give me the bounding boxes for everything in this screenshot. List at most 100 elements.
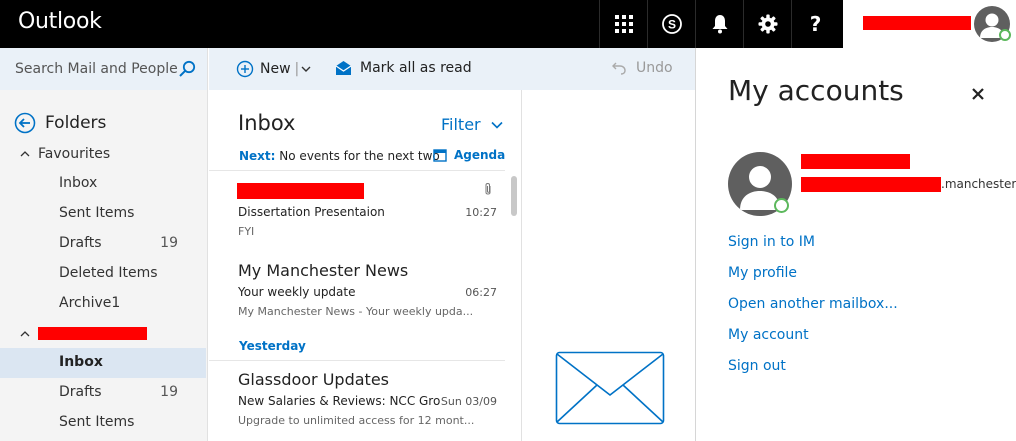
svg-text:S: S (667, 18, 675, 32)
paperclip-icon (485, 183, 491, 195)
command-bar: New | Mark all as read Undo (209, 48, 695, 90)
plus-circle-icon (236, 60, 254, 78)
message-subject: New Salaries & Reviews: NCC Gro (238, 394, 441, 408)
message-preview: Upgrade to unlimited access for 12 mont.… (238, 414, 475, 427)
message-time: Sun 03/09 (440, 395, 497, 408)
account-drafts[interactable]: Drafts 19 (0, 378, 206, 408)
back-arrow-icon[interactable] (14, 112, 36, 134)
folder-label: Sent Items (59, 414, 135, 430)
app-launcher-button[interactable] (599, 0, 647, 48)
panel-title: My accounts (728, 74, 904, 107)
favourite-drafts[interactable]: Drafts 19 (0, 229, 206, 259)
my-account-link[interactable]: My account (728, 327, 809, 343)
envelope-icon (555, 351, 665, 425)
folder-label: Inbox (59, 175, 98, 191)
message-list: Inbox Filter Next: No events for the nex… (209, 90, 522, 441)
sign-in-im-link[interactable]: Sign in to IM (728, 234, 815, 250)
bell-icon (712, 15, 727, 34)
calendar-icon (433, 149, 447, 162)
folder-label: Drafts (59, 384, 102, 400)
message-item[interactable]: My Manchester News Your weekly update 06… (209, 250, 505, 332)
app-title[interactable]: Outlook (18, 9, 102, 34)
next-label: Next: (239, 149, 276, 163)
folder-label: Inbox (59, 354, 103, 370)
next-events: Next: No events for the next two (239, 149, 440, 163)
folder-label: Drafts (59, 235, 102, 251)
chevron-up-icon[interactable] (20, 330, 30, 338)
new-label: New (260, 61, 291, 77)
new-separator: | (294, 61, 300, 77)
new-button[interactable]: New | (236, 60, 311, 78)
mark-all-read-label: Mark all as read (360, 60, 472, 76)
favourite-sent-items[interactable]: Sent Items (0, 199, 206, 229)
sign-out-link[interactable]: Sign out (728, 358, 786, 374)
help-icon: ? (809, 12, 822, 36)
settings-button[interactable] (743, 0, 791, 48)
undo-button[interactable]: Undo (612, 60, 673, 76)
notifications-button[interactable] (695, 0, 743, 48)
my-profile-link[interactable]: My profile (728, 265, 797, 281)
unread-count: 19 (160, 384, 178, 400)
redacted-display-name (801, 154, 910, 169)
message-preview: My Manchester News - Your weekly upda... (238, 305, 474, 318)
chevron-down-icon[interactable] (301, 65, 311, 73)
redacted-sender (237, 183, 364, 199)
search-box[interactable]: Search Mail and People (0, 48, 208, 90)
folders-title: Folders (45, 113, 107, 133)
redacted-account-name (38, 327, 147, 340)
message-subject: Dissertation Presentaion (238, 205, 385, 219)
account-email: .manchester.... (941, 177, 1016, 191)
unread-count: 19 (160, 235, 178, 251)
list-title: Inbox (238, 111, 296, 135)
folder-label: Archive1 (59, 295, 121, 311)
search-input[interactable]: Search Mail and People (15, 61, 178, 77)
message-preview: FYI (238, 225, 255, 238)
mark-all-read-button[interactable]: Mark all as read (335, 60, 472, 76)
agenda-button[interactable]: Agenda (433, 148, 505, 162)
presence-indicator (999, 29, 1011, 41)
help-button[interactable]: ? (791, 0, 839, 48)
message-time: 10:27 (465, 206, 497, 219)
folder-label: Sent Items (59, 205, 135, 221)
filter-label: Filter (441, 115, 481, 134)
account-folders-header[interactable] (20, 327, 147, 340)
skype-icon: S (661, 14, 682, 34)
message-time: 06:27 (465, 286, 497, 299)
folder-label: Deleted Items (59, 265, 158, 281)
next-events-text: No events for the next two (279, 149, 440, 163)
folders-header[interactable]: Folders (14, 112, 106, 134)
favourite-archive1[interactable]: Archive1 (0, 289, 206, 319)
favourite-deleted-items[interactable]: Deleted Items (0, 259, 206, 289)
message-item[interactable]: Glassdoor Updates New Salaries & Reviews… (209, 360, 505, 441)
close-button[interactable] (968, 84, 988, 104)
close-icon (972, 88, 984, 100)
chevron-up-icon[interactable] (20, 150, 30, 158)
top-bar: Outlook S ? (0, 0, 1016, 48)
favourite-inbox[interactable]: Inbox (0, 169, 206, 199)
app-launcher-icon (614, 15, 633, 33)
list-scrollbar[interactable] (511, 176, 517, 216)
chevron-down-icon (491, 121, 503, 129)
account-sent-items[interactable]: Sent Items (0, 408, 206, 438)
filter-button[interactable]: Filter (441, 115, 503, 134)
presence-indicator (774, 198, 789, 213)
favourites-label: Favourites (38, 146, 111, 162)
account-inbox[interactable]: Inbox (0, 348, 206, 378)
message-sender: My Manchester News (238, 261, 409, 280)
open-another-mailbox-link[interactable]: Open another mailbox... (728, 296, 898, 312)
skype-button[interactable]: S (647, 0, 695, 48)
my-accounts-panel: My accounts .manchester.... Sign in to I… (695, 48, 1016, 441)
user-menu[interactable] (843, 0, 1016, 48)
favourites-header[interactable]: Favourites (20, 146, 110, 162)
folder-pane: Folders Favourites Inbox Sent Items Draf… (0, 90, 208, 441)
message-sender: Glassdoor Updates (238, 370, 389, 389)
message-item[interactable]: Dissertation Presentaion 10:27 FYI (209, 170, 505, 246)
search-icon[interactable] (178, 60, 196, 78)
agenda-label: Agenda (454, 148, 506, 162)
gear-icon (758, 14, 777, 34)
redacted-email (801, 177, 941, 192)
message-subject: Your weekly update (238, 285, 356, 299)
group-header-yesterday[interactable]: Yesterday (239, 339, 306, 353)
open-envelope-icon (335, 61, 352, 75)
reading-pane (523, 90, 695, 441)
